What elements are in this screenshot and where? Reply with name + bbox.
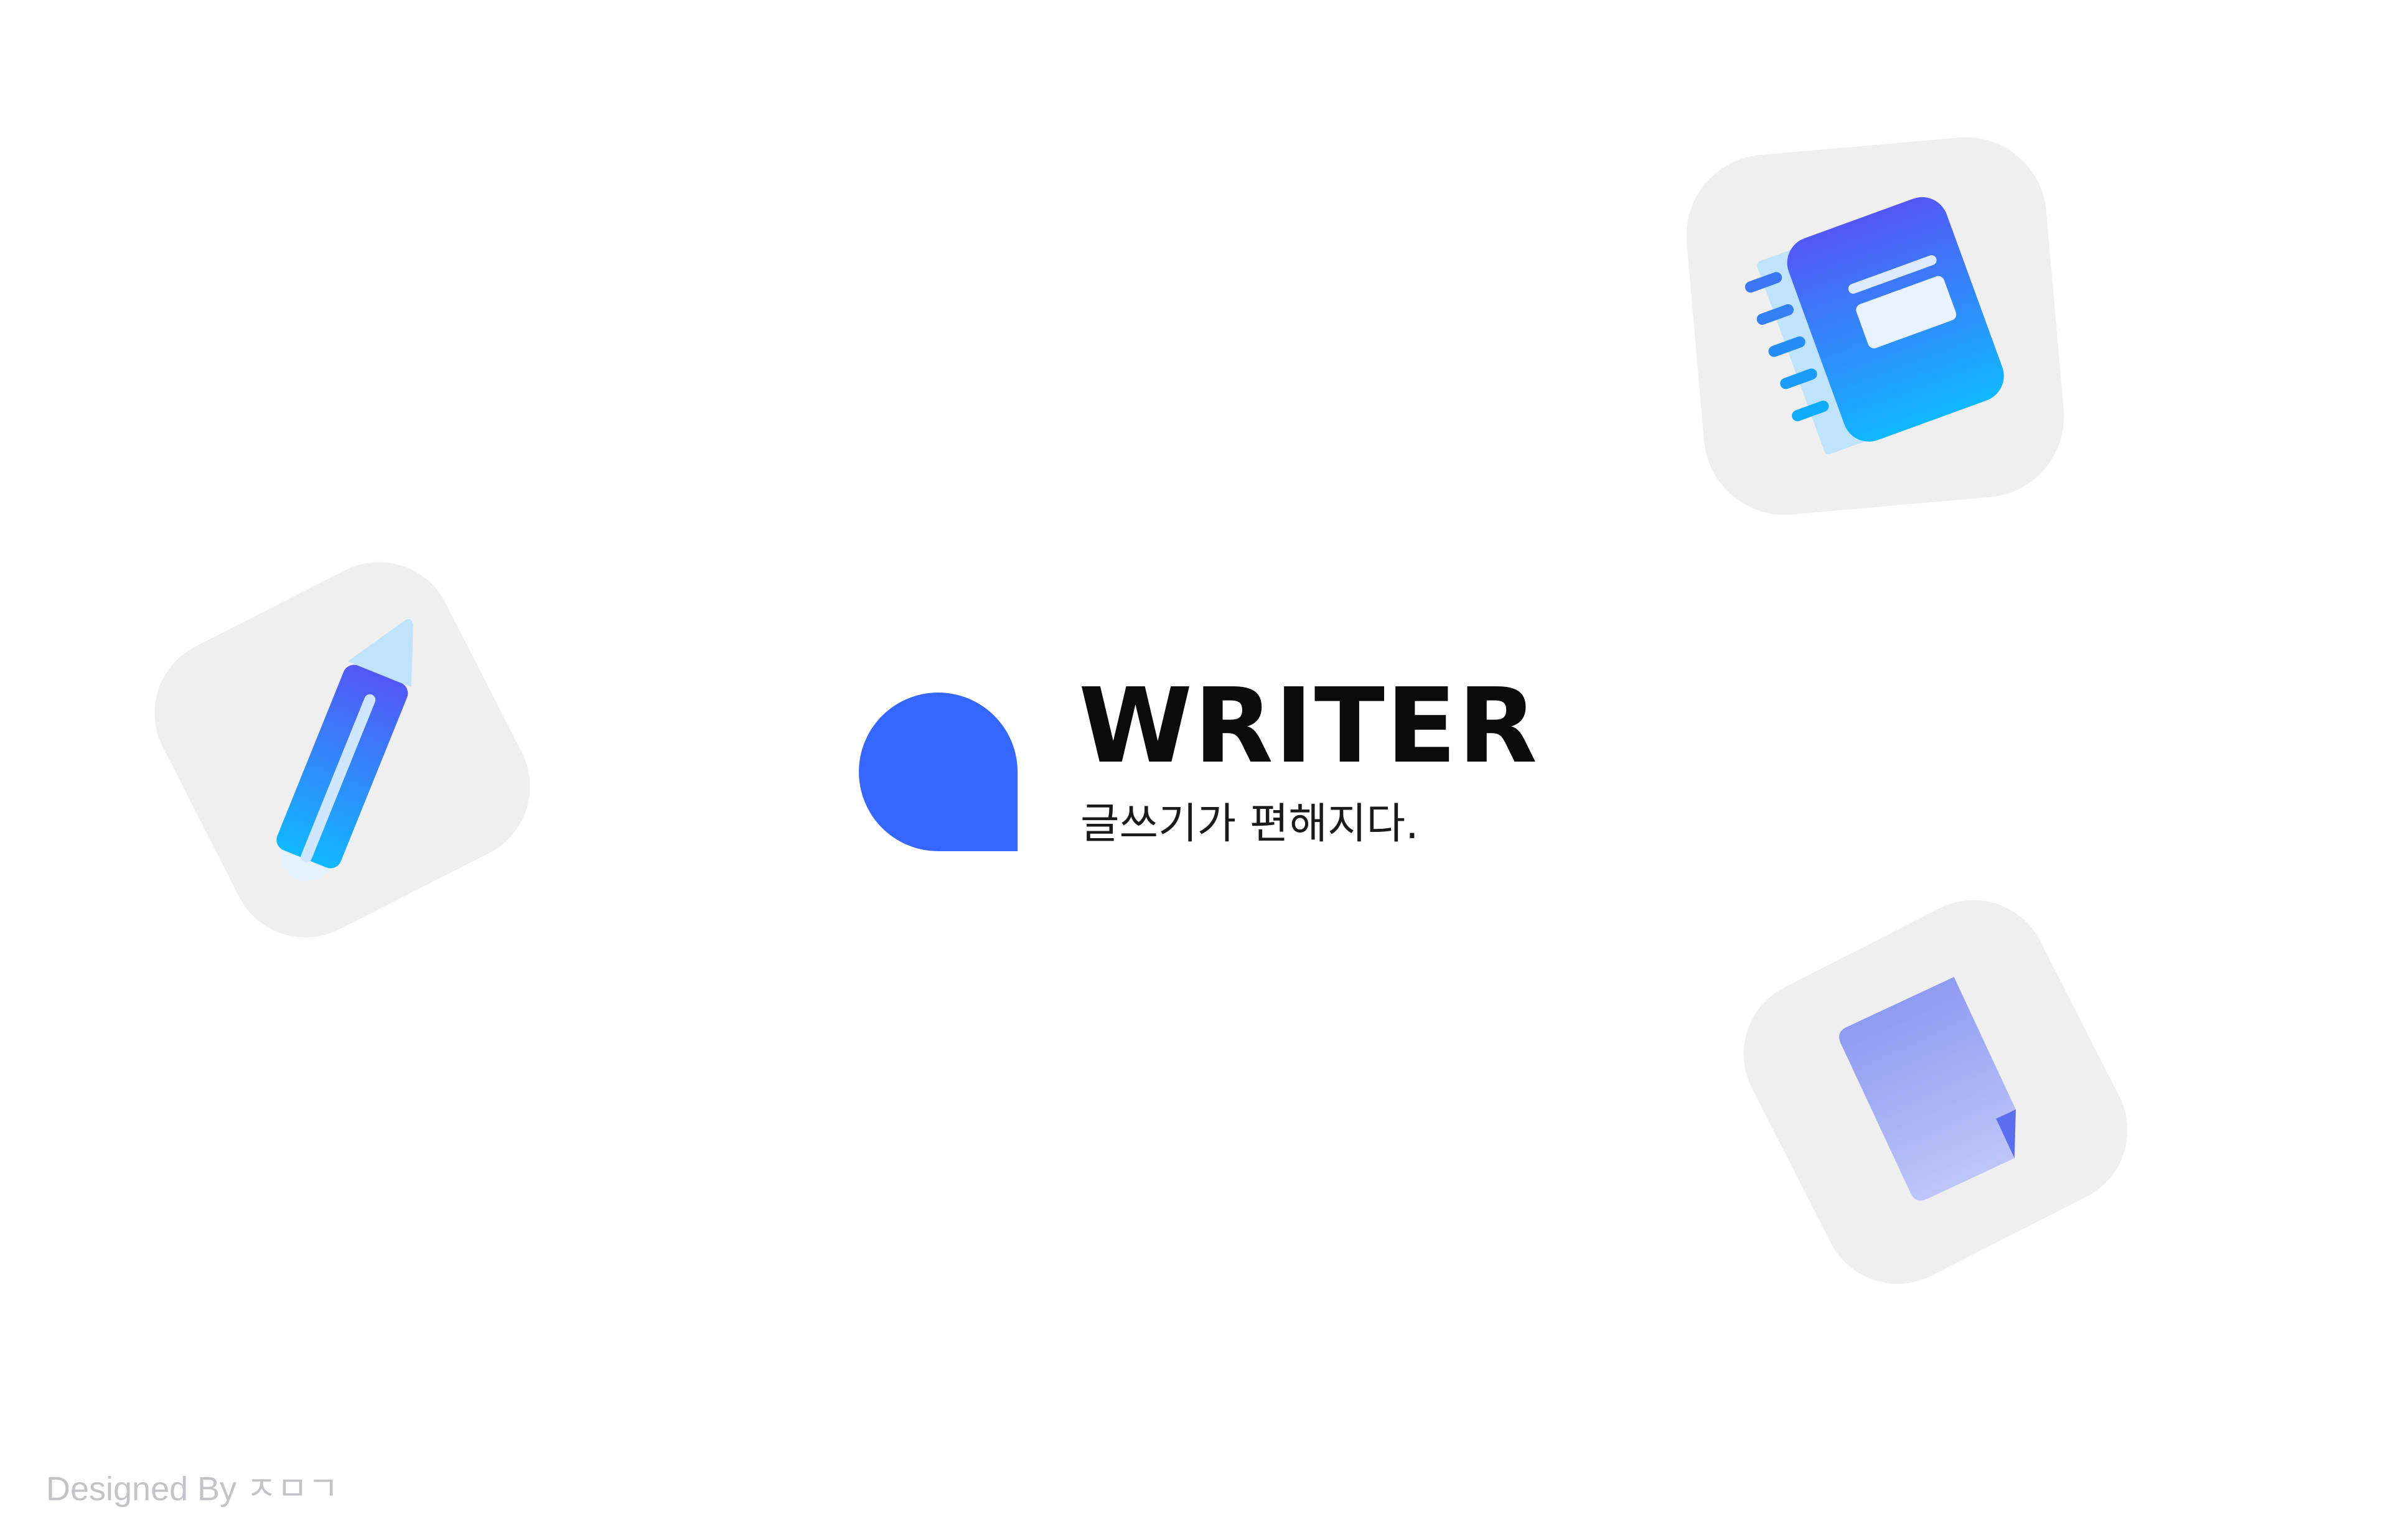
designer-credit: Designed By ㅈㅁㄱ: [46, 1470, 339, 1508]
notebook-tile: [1649, 87, 2085, 523]
document-tile: [1718, 874, 2153, 1310]
notebook-icon: [1686, 137, 2064, 515]
app-tagline: 글쓰기가 편해지다.: [1080, 800, 1419, 849]
splash-screen: WRITER 글쓰기가 편해지다. Designed By ㅈㅁㄱ: [0, 0, 2383, 1540]
pencil-tile: [124, 532, 560, 968]
pencil-icon: [154, 562, 530, 938]
writer-logo-icon: [859, 693, 1018, 851]
document-icon: [1743, 900, 2128, 1284]
brand-block: WRITER 글쓰기가 편해지다.: [859, 675, 1543, 874]
app-title: WRITER: [1079, 666, 1539, 786]
